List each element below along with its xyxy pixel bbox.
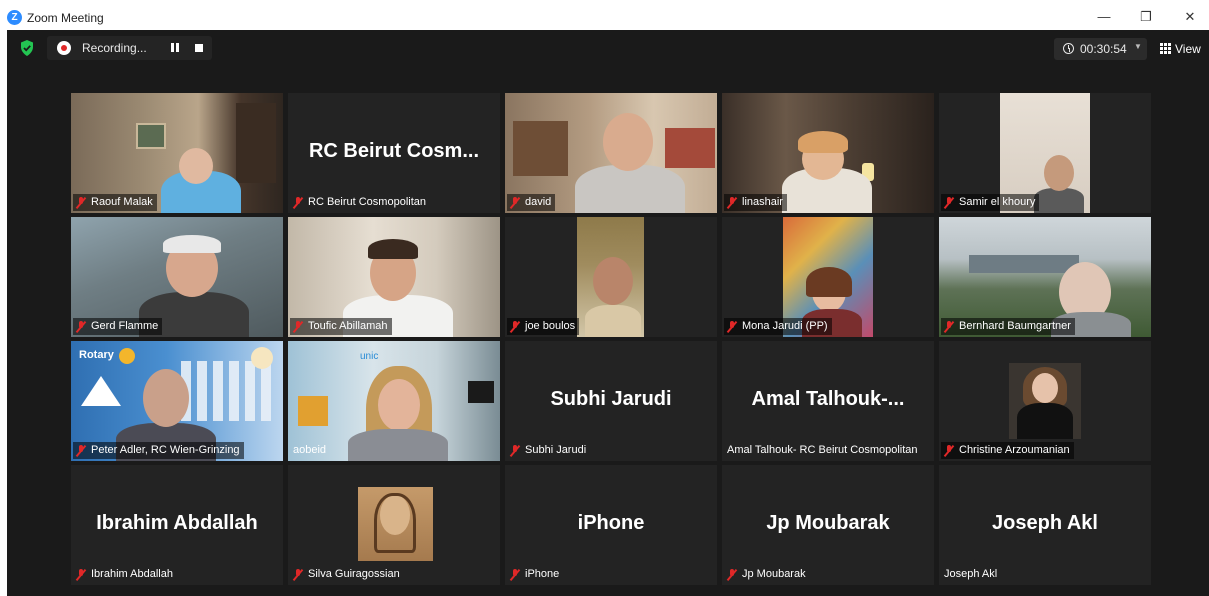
- mic-muted-icon: [944, 320, 954, 333]
- mic-muted-icon: [727, 568, 737, 581]
- video-tile[interactable]: Samir el khoury: [939, 93, 1151, 213]
- participant-display-name: Ibrahim Abdallah: [96, 512, 258, 534]
- participant-display-name: Jp Moubarak: [766, 512, 890, 534]
- wall-logo-text: unic: [360, 351, 379, 362]
- participant-name-label: Mona Jarudi (PP): [724, 318, 832, 335]
- participant-name-label: Silva Guiragossian: [290, 566, 404, 583]
- view-label: View: [1175, 42, 1201, 56]
- mic-muted-icon: [944, 196, 954, 209]
- minimize-button[interactable]: —: [1094, 8, 1114, 26]
- video-tile[interactable]: joe boulos: [505, 217, 717, 337]
- participant-name-label: linashair: [724, 194, 787, 211]
- mic-muted-icon: [293, 196, 303, 209]
- participant-name-label: RC Beirut Cosmopolitan: [290, 194, 430, 211]
- mic-muted-icon: [76, 444, 86, 457]
- mic-muted-icon: [510, 196, 520, 209]
- mic-muted-icon: [727, 196, 737, 209]
- video-tile[interactable]: Ibrahim Abdallah Ibrahim Abdallah: [71, 465, 283, 585]
- participant-name-label: Subhi Jarudi: [507, 442, 590, 459]
- recording-indicator: Recording...: [47, 36, 212, 60]
- clock-icon: [1063, 43, 1074, 54]
- video-tile[interactable]: Toufic Abillamah: [288, 217, 500, 337]
- video-tile[interactable]: Rotary Peter Adler, RC Wien-Grinzing: [71, 341, 283, 461]
- participant-name-label: david: [507, 194, 556, 211]
- participant-name-label: Gerd Flamme: [73, 318, 163, 335]
- stop-recording-button[interactable]: [195, 44, 203, 52]
- mic-muted-icon: [76, 568, 86, 581]
- grid-icon: [1160, 43, 1171, 54]
- recording-label: Recording...: [82, 41, 147, 55]
- video-tile-active-speaker[interactable]: unic aobeid: [288, 341, 500, 461]
- participant-name-label: Toufic Abillamah: [290, 318, 392, 335]
- participant-name-label: Ibrahim Abdallah: [73, 566, 177, 583]
- mic-muted-icon: [293, 320, 303, 333]
- participant-display-name: RC Beirut Cosm...: [308, 140, 480, 162]
- video-tile[interactable]: Jp Moubarak Jp Moubarak: [722, 465, 934, 585]
- mic-muted-icon: [76, 320, 86, 333]
- mic-muted-icon: [293, 568, 303, 581]
- meeting-view: Recording... 00:30:54 ▼ View Raouf Malak…: [7, 30, 1209, 596]
- window-title-bar: Z Zoom Meeting — ❐ ✕: [0, 0, 1209, 30]
- video-tile[interactable]: Bernhard Baumgartner: [939, 217, 1151, 337]
- participant-name-label: iPhone: [507, 566, 563, 583]
- video-tile[interactable]: iPhone iPhone: [505, 465, 717, 585]
- mic-muted-icon: [510, 444, 520, 457]
- participant-name-label: Amal Talhouk- RC Beirut Cosmopolitan: [727, 444, 918, 456]
- video-tile[interactable]: Silva Guiragossian: [288, 465, 500, 585]
- record-icon: [57, 41, 71, 55]
- mic-muted-icon: [510, 568, 520, 581]
- video-tile[interactable]: Christine Arzoumanian: [939, 341, 1151, 461]
- meeting-timer[interactable]: 00:30:54 ▼: [1054, 38, 1147, 60]
- participant-display-name: Subhi Jarudi: [550, 388, 672, 410]
- participant-display-name: Joseph Akl: [992, 512, 1098, 534]
- mic-muted-icon: [510, 320, 520, 333]
- participant-name-label: aobeid: [293, 444, 327, 456]
- mic-muted-icon: [76, 196, 86, 209]
- participant-display-name: Amal Talhouk-...: [751, 388, 905, 410]
- restore-button[interactable]: ❐: [1136, 8, 1156, 26]
- participant-name-label: Samir el khoury: [941, 194, 1040, 211]
- participant-name-label: Bernhard Baumgartner: [941, 318, 1075, 335]
- participant-display-name: iPhone: [577, 512, 645, 534]
- mic-muted-icon: [727, 320, 737, 333]
- video-tile[interactable]: david: [505, 93, 717, 213]
- chevron-down-icon[interactable]: ▼: [1134, 42, 1142, 51]
- view-button[interactable]: View: [1157, 38, 1203, 60]
- zoom-logo-icon: Z: [7, 10, 22, 25]
- participant-name-label: Christine Arzoumanian: [941, 442, 1074, 459]
- video-tile[interactable]: Amal Talhouk-... Amal Talhouk- RC Beirut…: [722, 341, 934, 461]
- video-tile[interactable]: Subhi Jarudi Subhi Jarudi: [505, 341, 717, 461]
- window-title: Zoom Meeting: [27, 11, 104, 25]
- video-tile[interactable]: RC Beirut Cosm... RC Beirut Cosmopolitan: [288, 93, 500, 213]
- video-tile[interactable]: Gerd Flamme: [71, 217, 283, 337]
- close-button[interactable]: ✕: [1180, 8, 1200, 26]
- participant-name-label: Joseph Akl: [944, 568, 998, 580]
- participant-name-label: Peter Adler, RC Wien-Grinzing: [73, 442, 244, 459]
- video-tile[interactable]: linashair: [722, 93, 934, 213]
- shield-check-icon[interactable]: [20, 40, 34, 56]
- video-tile[interactable]: Joseph Akl Joseph Akl: [939, 465, 1151, 585]
- rotary-wheel-icon: [119, 348, 135, 364]
- video-tile[interactable]: Mona Jarudi (PP): [722, 217, 934, 337]
- participant-name-label: joe boulos: [507, 318, 580, 335]
- video-tile[interactable]: Raouf Malak: [71, 93, 283, 213]
- participant-name-label: Jp Moubarak: [724, 566, 810, 583]
- participant-name-label: Raouf Malak: [73, 194, 157, 211]
- mic-muted-icon: [944, 444, 954, 457]
- pause-recording-button[interactable]: [167, 42, 181, 54]
- timer-value: 00:30:54: [1080, 42, 1127, 56]
